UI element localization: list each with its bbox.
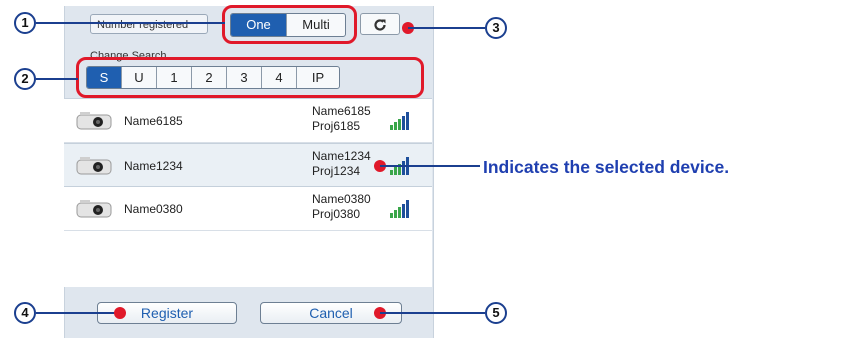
device-info-proj: Proj6185: [312, 119, 361, 133]
callout-line-5: [380, 312, 485, 314]
callout-line-3: [408, 27, 485, 29]
callout-number-4: 4: [14, 302, 36, 324]
callout-number-5: 5: [485, 302, 507, 324]
callout-number-3: 3: [485, 17, 507, 39]
refresh-button[interactable]: [360, 13, 400, 35]
projector-icon: [76, 200, 112, 218]
device-info: Name6185 Proj6185: [312, 104, 371, 134]
callout-box-search: [76, 57, 424, 98]
device-info-proj: Proj0380: [312, 207, 361, 221]
refresh-icon: [374, 19, 386, 31]
device-list: Name6185 Name6185 Proj6185 Name1234 Name…: [64, 98, 432, 287]
callout-number-1: 1: [14, 12, 36, 34]
number-registered-label: Number registered: [90, 14, 208, 34]
callout-line-2: [36, 78, 78, 80]
device-info: Name1234 Proj1234: [312, 149, 371, 179]
callout-dot-4: [114, 307, 126, 319]
device-info-name: Name6185: [312, 104, 371, 118]
device-info-proj: Proj1234: [312, 164, 361, 178]
callout-number-2: 2: [14, 68, 36, 90]
callout-box-mode: [222, 5, 357, 44]
device-name: Name6185: [124, 114, 183, 128]
callout-line-1: [36, 22, 225, 24]
signal-strength-icon: [390, 112, 409, 130]
signal-strength-icon: [390, 200, 409, 218]
callout-line-selected: [380, 165, 480, 167]
device-info: Name0380 Proj0380: [312, 192, 371, 222]
device-name: Name1234: [124, 159, 183, 173]
device-name: Name0380: [124, 202, 183, 216]
selected-device-annotation: Indicates the selected device.: [483, 157, 730, 177]
device-row[interactable]: Name6185 Name6185 Proj6185: [64, 99, 432, 143]
device-info-name: Name0380: [312, 192, 371, 206]
projector-icon: [76, 112, 112, 130]
device-info-name: Name1234: [312, 149, 371, 163]
projector-icon: [76, 157, 112, 175]
callout-line-4: [36, 312, 116, 314]
device-row[interactable]: Name0380 Name0380 Proj0380: [64, 187, 432, 231]
